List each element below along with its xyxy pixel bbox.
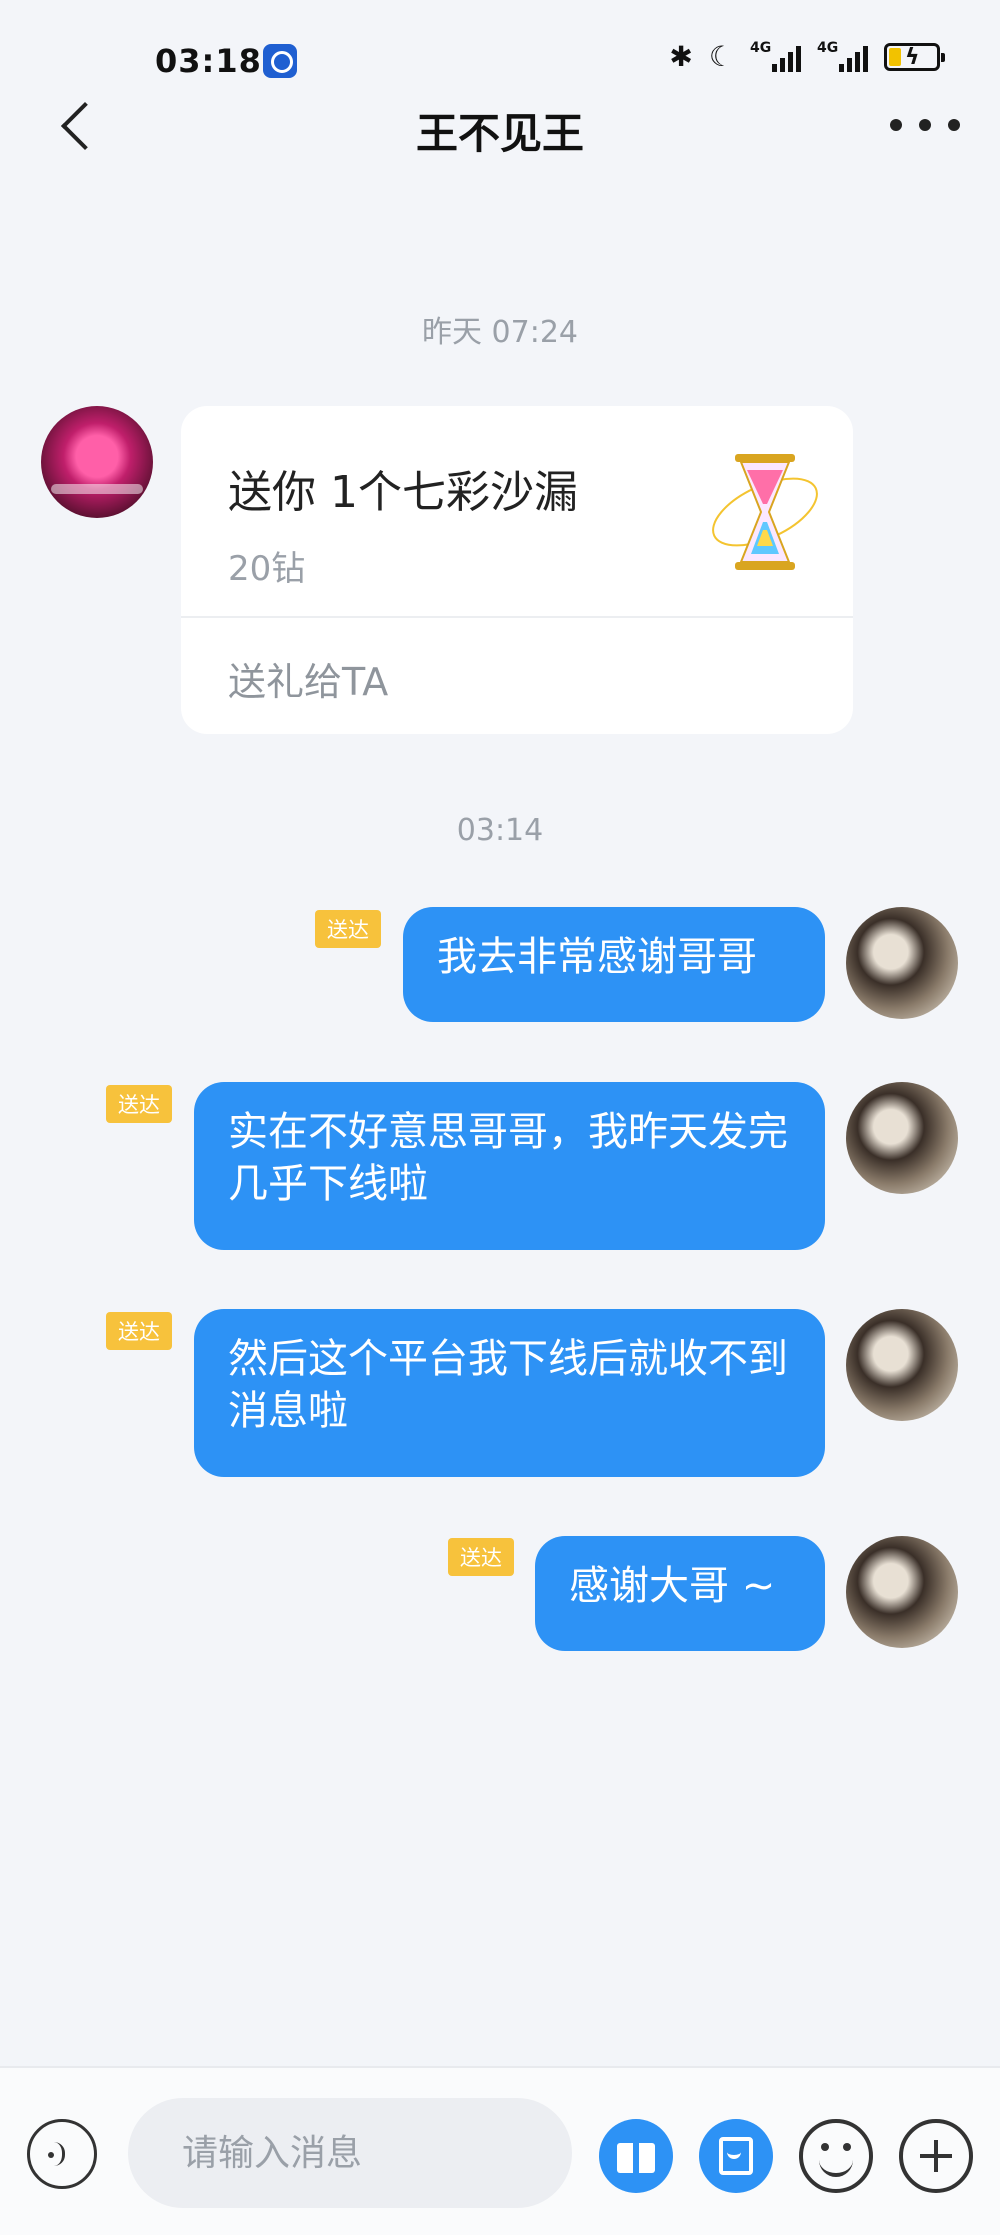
divider <box>181 616 853 618</box>
message-input[interactable] <box>128 2098 572 2208</box>
avatar-contact[interactable] <box>41 406 153 518</box>
more-button[interactable] <box>890 110 960 140</box>
network-type-label: 4G <box>750 39 772 56</box>
gift-title: 送你 1个七彩沙漏 <box>228 467 578 518</box>
moon-icon: ☾ <box>708 40 734 73</box>
delivered-badge: 送达 <box>106 1312 172 1350</box>
signal-icon-2: 4G <box>817 39 868 72</box>
timestamp: 昨天 07:24 <box>422 315 578 350</box>
battery-icon: ϟ <box>884 42 945 71</box>
gift-button[interactable] <box>599 2119 673 2193</box>
plus-button[interactable] <box>899 2119 973 2193</box>
bluetooth-icon: ✱ <box>669 40 693 73</box>
message-bubble[interactable]: 然后这个平台我下线后就收不到消息啦 <box>194 1309 825 1477</box>
send-gift-link[interactable]: 送礼给TA <box>228 651 388 706</box>
avatar-self[interactable] <box>846 1309 958 1421</box>
status-icons: ✱ ☾ 4G 4G ϟ <box>669 39 945 73</box>
signal-icon: 4G <box>750 39 801 72</box>
input-bar <box>0 2066 1000 2235</box>
hourglass-gift-image <box>712 454 818 570</box>
avatar-self[interactable] <box>846 907 958 1019</box>
delivered-badge: 送达 <box>106 1085 172 1123</box>
emoji-button[interactable] <box>799 2119 873 2193</box>
message-bubble[interactable]: 感谢大哥 ~ <box>535 1536 825 1651</box>
chat-header: 王不见王 <box>0 90 1000 170</box>
delivered-badge: 送达 <box>315 910 381 948</box>
chat-title: 王不见王 <box>415 109 584 158</box>
more-icon <box>890 119 902 131</box>
red-packet-button[interactable] <box>699 2119 773 2193</box>
message-bubble[interactable]: 实在不好意思哥哥，我昨天发完几乎下线啦 <box>194 1082 825 1250</box>
app-notification-icon <box>263 44 297 78</box>
gift-card[interactable]: 送你 1个七彩沙漏 20钻 送礼给TA <box>181 406 853 734</box>
network-type-label-2: 4G <box>817 39 839 56</box>
avatar-self[interactable] <box>846 1082 958 1194</box>
timestamp: 03:14 <box>456 813 544 848</box>
message-bubble[interactable]: 我去非常感谢哥哥 <box>403 907 825 1022</box>
status-time: 03:18 <box>155 42 262 80</box>
delivered-badge: 送达 <box>448 1538 514 1576</box>
gift-price: 20钻 <box>228 549 306 589</box>
avatar-self[interactable] <box>846 1536 958 1648</box>
voice-button[interactable] <box>27 2119 97 2189</box>
